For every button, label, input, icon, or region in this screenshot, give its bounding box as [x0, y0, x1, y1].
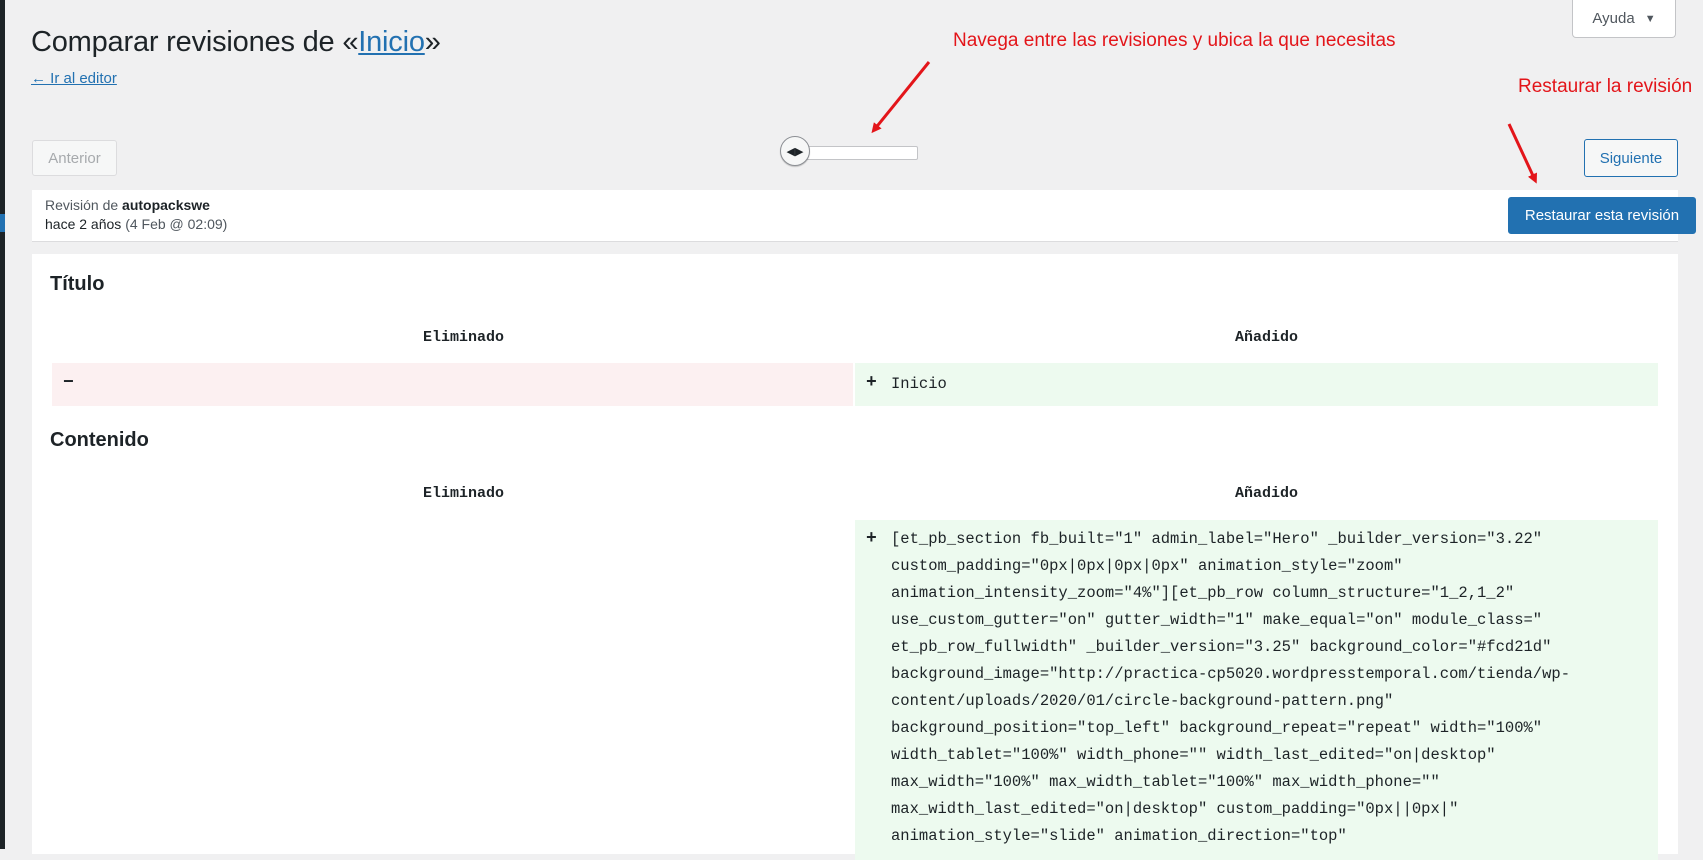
diff-title-heading: Título: [50, 273, 105, 295]
code-line: width_tablet="100%" width_phone="" width…: [891, 746, 1496, 764]
post-title-link[interactable]: Inicio: [358, 26, 425, 58]
diff-content-heading: Contenido: [50, 429, 149, 451]
content-added-code: [et_pb_section fb_built="1" admin_label=…: [891, 526, 1570, 850]
minus-icon: −: [63, 373, 74, 393]
revision-slider-handle[interactable]: ◀▶: [780, 136, 810, 166]
content-added-header: Añadido: [1235, 485, 1299, 502]
annotation-restore-text: Restaurar la revisión: [1518, 76, 1693, 97]
revision-time-ago: hace 2 años: [45, 216, 122, 232]
content-added-block: + [et_pb_section fb_built="1" admin_labe…: [855, 520, 1658, 860]
page-title: Comparar revisiones de «Inicio»: [31, 26, 441, 59]
revision-author-line: Revisión de autopackswe: [45, 197, 210, 213]
slider-arrows-icon: ◀▶: [786, 145, 804, 158]
title-added-text: Inicio: [891, 375, 947, 393]
title-removed-row: −: [52, 363, 853, 406]
content-removed-header: Eliminado: [423, 485, 505, 502]
page-title-suffix: »: [424, 26, 441, 58]
help-tab-button[interactable]: Ayuda ▼: [1572, 0, 1676, 38]
plus-icon: +: [866, 373, 877, 393]
title-added-header: Añadido: [1235, 329, 1299, 346]
code-line: animation_intensity_zoom="4%"][et_pb_row…: [891, 584, 1515, 602]
code-line: background_position="top_left" backgroun…: [891, 719, 1543, 737]
previous-revision-button[interactable]: Anterior: [32, 140, 117, 176]
code-line: [et_pb_section fb_built="1" admin_label=…: [891, 530, 1543, 548]
revision-by-label: Revisión de: [45, 197, 119, 213]
revision-date-line: hace 2 años (4 Feb @ 02:09): [45, 216, 227, 232]
admin-menu-current-indicator: [0, 214, 5, 232]
annotation-navigate-arrow: [871, 61, 931, 134]
code-line: max_width_last_edited="on|desktop" custo…: [891, 800, 1459, 818]
code-line: et_pb_row_fullwidth" _builder_version="3…: [891, 638, 1552, 656]
annotation-restore-arrow: [1507, 123, 1538, 184]
diff-panel: Título Eliminado Añadido − + Inicio Cont…: [32, 254, 1678, 860]
title-added-row: + Inicio: [855, 363, 1658, 406]
page-title-prefix: Comparar revisiones de «: [31, 26, 359, 58]
annotation-navigate-text: Navega entre las revisiones y ubica la q…: [953, 30, 1396, 51]
caret-down-icon: ▼: [1644, 12, 1656, 25]
revision-author: autopackswe: [122, 197, 210, 213]
admin-sidebar-edge: [0, 0, 5, 849]
code-line: use_custom_gutter="on" gutter_width="1" …: [891, 611, 1543, 629]
revision-meta-bar: Revisión de autopackswe hace 2 años (4 F…: [32, 190, 1696, 242]
restore-revision-button[interactable]: Restaurar esta revisión: [1508, 197, 1696, 234]
revision-slider-track[interactable]: [800, 146, 918, 160]
next-revision-button[interactable]: Siguiente: [1584, 139, 1678, 177]
back-to-editor-link[interactable]: ← Ir al editor: [31, 70, 117, 87]
title-removed-header: Eliminado: [423, 329, 505, 346]
code-line: max_width="100%" max_width_tablet="100%"…: [891, 773, 1440, 791]
code-line: custom_padding="0px|0px|0px|0px" animati…: [891, 557, 1403, 575]
code-line: content/uploads/2020/01/circle-backgroun…: [891, 692, 1394, 710]
help-tab-label: Ayuda: [1592, 10, 1635, 27]
revision-date: (4 Feb @ 02:09): [125, 216, 228, 232]
code-line: background_image="http://practica-cp5020…: [891, 665, 1571, 683]
code-line: animation_style="slide" animation_direct…: [891, 827, 1347, 845]
plus-icon: +: [866, 529, 877, 549]
